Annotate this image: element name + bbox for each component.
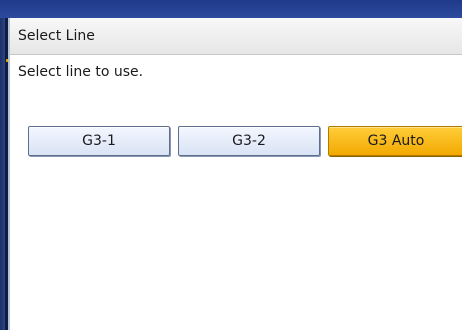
- select-line-dialog: Select Line Select line to use. G3-1 G3-…: [8, 18, 462, 330]
- dialog-title-bar: Select Line: [10, 18, 462, 55]
- top-border: [0, 0, 462, 18]
- dialog-title: Select Line: [18, 28, 95, 44]
- line-button-g3-auto[interactable]: G3 Auto: [328, 126, 462, 156]
- line-button-g3-2[interactable]: G3-2: [178, 126, 320, 156]
- line-button-g3-1[interactable]: G3-1: [28, 126, 170, 156]
- screen-frame: Select Line Select line to use. G3-1 G3-…: [0, 0, 462, 330]
- dialog-prompt: Select line to use.: [18, 64, 144, 80]
